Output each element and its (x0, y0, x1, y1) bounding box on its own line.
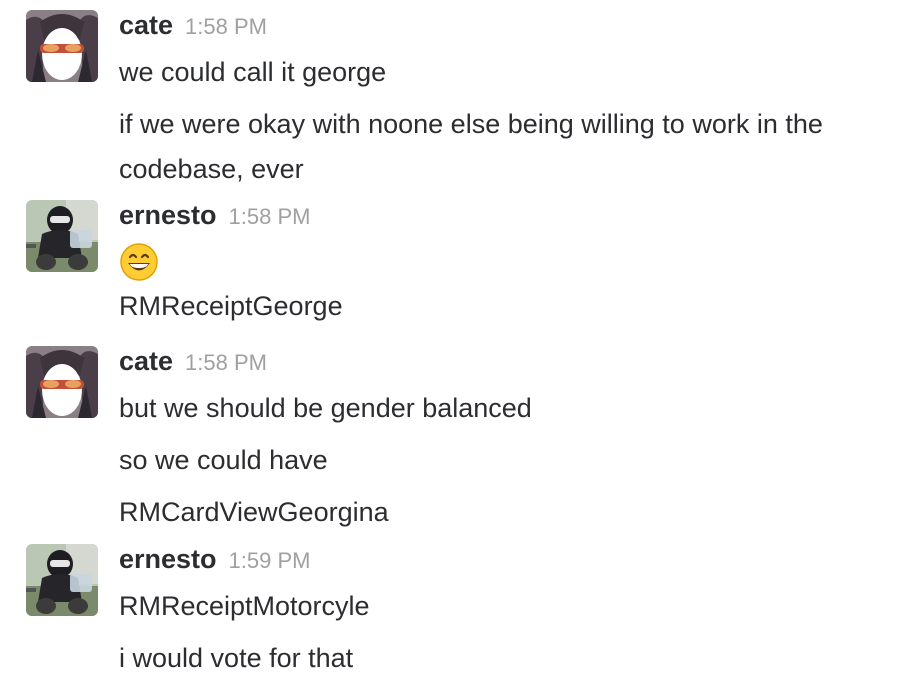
author-name[interactable]: ernesto (119, 544, 217, 574)
author-name[interactable]: cate (119, 346, 173, 376)
cate-avatar[interactable] (26, 10, 98, 82)
message-group: ernesto 1:59 PM RMReceiptMotorcyle i woul… (0, 544, 907, 684)
message-emoji-line (119, 240, 897, 284)
author-name[interactable]: ernesto (119, 200, 217, 230)
ernesto-avatar[interactable] (26, 544, 98, 616)
message-group: cate 1:58 PM we could call it george if w… (0, 10, 907, 190)
message-feed: cate 1:58 PM we could call it george if w… (0, 0, 907, 692)
message-text: so we could have (119, 445, 328, 475)
timestamp[interactable]: 1:58 PM (185, 350, 267, 375)
author-name[interactable]: cate (119, 10, 173, 40)
timestamp[interactable]: 1:58 PM (229, 204, 311, 229)
cate-avatar[interactable] (26, 346, 98, 418)
message-text: but we should be gender balanced (119, 393, 532, 423)
message-text: RMReceiptMotorcyle (119, 591, 370, 621)
message-text: we could call it george (119, 57, 387, 87)
timestamp[interactable]: 1:58 PM (185, 14, 267, 39)
message-text: if we were okay with noone else being wi… (119, 109, 823, 184)
message-text: RMReceiptGeorge (119, 291, 343, 321)
message-group: cate 1:58 PM but we should be gender bala… (0, 346, 907, 536)
message-group: ernesto 1:58 PM RMReceiptGeorge (0, 200, 907, 340)
grinning-face-emoji (119, 242, 159, 282)
message-text: RMCardViewGeorgina (119, 497, 389, 527)
message-text: i would vote for that (119, 643, 354, 673)
ernesto-avatar[interactable] (26, 200, 98, 272)
timestamp[interactable]: 1:59 PM (229, 548, 311, 573)
